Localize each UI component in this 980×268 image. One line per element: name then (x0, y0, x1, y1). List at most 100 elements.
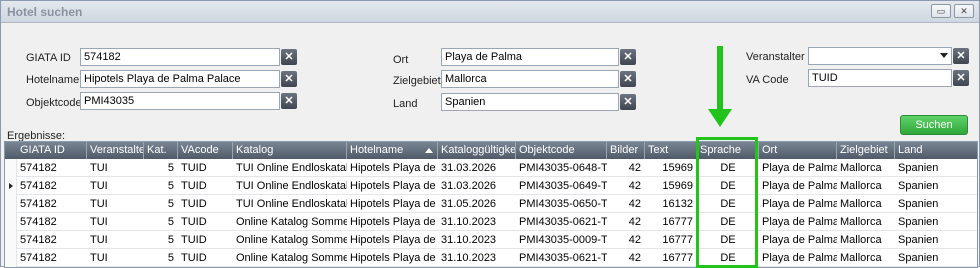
table-row[interactable]: 574182 TUI 5 TUID TUI Online Endloskatalog 3… (5, 195, 977, 213)
table-cell: 574182 (20, 234, 57, 246)
objektcode-field[interactable]: PMI43035 (80, 92, 280, 110)
column-header[interactable]: Katalog (233, 142, 347, 159)
table-row[interactable]: 574182 TUI 5 TUID Online Katalog Sommer 2...… (5, 249, 977, 267)
table-cell: Mallorca (840, 180, 882, 192)
table-cell: 5 (167, 198, 174, 210)
window-title: Hotel suchen (7, 5, 83, 19)
va-code-clear-button[interactable]: ✕ (953, 70, 969, 86)
row-selector[interactable] (5, 177, 17, 195)
table-cell: TUI (90, 252, 108, 264)
zielgebiet-clear-button[interactable]: ✕ (620, 71, 636, 87)
table-cell: Playa de Palma (762, 180, 837, 192)
table-cell: Hipotels Playa de P... (350, 216, 438, 228)
table-cell: 574182 (20, 180, 57, 192)
giata-id-field[interactable]: 574182 (80, 48, 280, 66)
table-cell: Online Katalog Sommer 2... (236, 216, 347, 228)
table-cell: Mallorca (840, 162, 882, 174)
objektcode-clear-button[interactable]: ✕ (281, 93, 297, 109)
table-cell: Mallorca (840, 198, 882, 210)
table-cell: 16777 (662, 252, 693, 264)
table-row[interactable]: 574182 TUI 5 TUID Online Katalog Sommer 2...… (5, 213, 977, 231)
column-header-hotelname[interactable]: Hotelname (347, 142, 438, 159)
zielgebiet-label: Zielgebiet (393, 75, 441, 87)
table-row[interactable]: 574182 TUI 5 TUID TUI Online Endloskatalog..… (5, 159, 977, 177)
table-cell: 42 (628, 252, 641, 264)
table-cell: PMI43035-0621-TS (519, 252, 607, 264)
row-selector[interactable] (5, 195, 17, 213)
row-selector[interactable] (5, 159, 17, 177)
column-header[interactable]: Objektcode (516, 142, 607, 159)
table-cell: 5 (167, 180, 174, 192)
table-cell: PMI43035-0650-TS (519, 198, 607, 210)
table-cell: TUI (90, 180, 108, 192)
column-header[interactable]: VAcode (178, 142, 233, 159)
hotelname-label: Hotelname (26, 74, 80, 86)
close-button[interactable]: ✕ (954, 4, 974, 18)
table-cell: 31.10.2023 (441, 234, 497, 246)
table-cell: 5 (167, 252, 174, 264)
table-cell: TUI (90, 162, 108, 174)
table-cell: 31.03.2026 (441, 180, 497, 192)
column-header[interactable]: Text (645, 142, 697, 159)
table-cell: Mallorca (840, 234, 882, 246)
table-cell: 31.03.2026 (441, 162, 497, 174)
row-selector[interactable] (5, 231, 17, 249)
column-header[interactable]: Zielgebiet (837, 142, 895, 159)
table-cell: TUI Online Endloskatalog... (236, 162, 347, 174)
veranstalter-dropdown[interactable] (808, 47, 952, 65)
land-clear-button[interactable]: ✕ (620, 94, 636, 110)
table-cell: Playa de Palma (762, 198, 837, 210)
ort-label: Ort (393, 54, 409, 66)
title-bar: Hotel suchen ▭ ✕ (1, 1, 979, 23)
hotel-search-window: Hotel suchen ▭ ✕ GIATA ID 574182 ✕ Hotel… (0, 0, 980, 268)
table-cell: TUID (181, 234, 207, 246)
table-cell: Mallorca (840, 252, 882, 264)
row-selector[interactable] (5, 213, 17, 231)
column-header[interactable]: Kat. (144, 142, 178, 159)
objektcode-label: Objektcode (26, 97, 82, 109)
table-cell: 42 (628, 234, 641, 246)
maximize-button[interactable]: ▭ (931, 4, 951, 18)
table-cell: Spanien (898, 162, 939, 174)
table-cell: 31.05.2026 (441, 198, 497, 210)
table-header: GIATA ID Veranstalter Kat. VAcode Katalo… (5, 142, 977, 159)
hotelname-field[interactable]: Hipotels Playa de Palma Palace (80, 70, 280, 88)
current-row-marker-icon (9, 183, 13, 189)
column-header[interactable]: Kataloggültigkeit (438, 142, 516, 159)
table-cell: 574182 (20, 252, 57, 264)
ort-field[interactable]: Playa de Palma (441, 48, 619, 66)
column-header[interactable]: GIATA ID (17, 142, 87, 159)
va-code-field[interactable]: TUID (808, 69, 952, 87)
column-header-label: Hotelname (350, 144, 404, 156)
ort-clear-button[interactable]: ✕ (620, 49, 636, 65)
table-cell: PMI43035-0648-TS (519, 162, 607, 174)
hotelname-clear-button[interactable]: ✕ (281, 71, 297, 87)
land-field[interactable]: Spanien (441, 93, 619, 111)
table-row[interactable]: 574182 TUI 5 TUID Online Katalog Sommer 2...… (5, 231, 977, 249)
veranstalter-label: Veranstalter (746, 51, 805, 63)
giata-id-clear-button[interactable]: ✕ (281, 49, 297, 65)
column-header[interactable]: Land (895, 142, 977, 159)
sprache-column-highlight (696, 137, 758, 268)
table-cell: Hipotels Playa de P... (350, 180, 438, 192)
table-cell: Mallorca (840, 216, 882, 228)
table-cell: TUI (90, 198, 108, 210)
table-row[interactable]: 574182 TUI 5 TUID TUI Online Endloskatalog..… (5, 177, 977, 195)
search-button[interactable]: Suchen (900, 115, 968, 135)
table-cell: 16777 (662, 216, 693, 228)
row-selector[interactable] (5, 249, 17, 267)
table-cell: 574182 (20, 198, 57, 210)
annotation-arrow-icon (708, 109, 732, 127)
table-cell: TUI Online Endloskatalog 3 (236, 198, 347, 210)
column-header[interactable]: Ort (759, 142, 837, 159)
annotation-arrow-shaft (717, 46, 723, 111)
veranstalter-clear-button[interactable]: ✕ (953, 48, 969, 64)
column-header[interactable]: Veranstalter (87, 142, 144, 159)
table-cell: 574182 (20, 162, 57, 174)
table-cell: Online Katalog Sommer 2... (236, 234, 347, 246)
zielgebiet-field[interactable]: Mallorca (441, 70, 619, 88)
table-cell: Playa de Palma (762, 252, 837, 264)
table-cell: TUID (181, 198, 207, 210)
table-cell: 5 (167, 234, 174, 246)
column-header[interactable]: Bilder (607, 142, 645, 159)
